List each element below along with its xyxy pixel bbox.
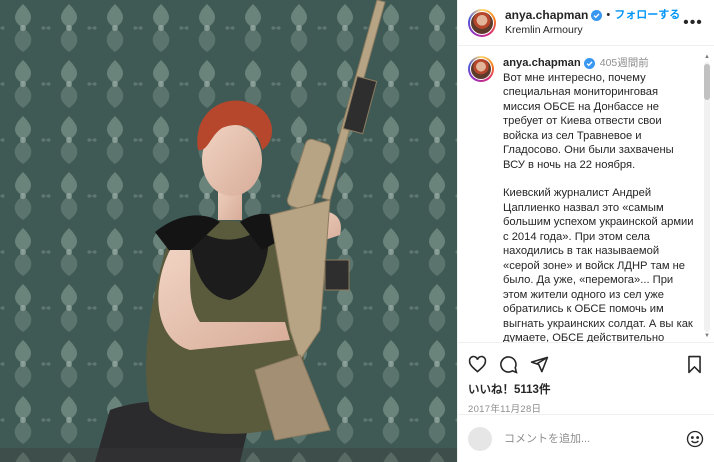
viewer-avatar [468, 426, 492, 451]
post-date[interactable]: 2017年11月28日 [468, 401, 704, 415]
heart-icon[interactable] [468, 355, 487, 374]
comments-scrollbar[interactable]: ▲ ▼ [703, 54, 711, 340]
comment-input[interactable] [504, 432, 654, 445]
emoji-icon[interactable] [686, 430, 704, 448]
instagram-post: anya.chapman • フォローする Kremlin Armoury ••… [0, 0, 714, 462]
post-photo[interactable] [0, 0, 457, 462]
caption: anya.chapman 405週間前 Вот мне интересно, п… [468, 56, 696, 342]
post-actions: いいね！5113件 2017年11月28日 [458, 342, 714, 415]
post-location[interactable]: Kremlin Armoury [505, 23, 682, 38]
add-comment-bar [458, 414, 714, 462]
post-header: anya.chapman • フォローする Kremlin Armoury ••… [458, 0, 714, 46]
caption-author-avatar[interactable] [468, 56, 494, 82]
follow-button[interactable]: フォローする [614, 8, 680, 23]
share-icon[interactable] [530, 355, 549, 374]
caption-paragraph: Киевский журналист Андрей Цаплиенко назв… [503, 187, 694, 342]
bookmark-icon[interactable] [685, 355, 704, 374]
author-username[interactable]: anya.chapman [505, 8, 588, 23]
caption-paragraph: Вот мне интересно, почему специальная мо… [503, 71, 674, 171]
scroll-track[interactable] [704, 62, 710, 332]
separator-dot: • [606, 8, 611, 21]
author-info: anya.chapman • フォローする Kremlin Armoury [505, 8, 682, 38]
likes-count[interactable]: いいね！5113件 [468, 381, 704, 397]
caption-text: Вот мне интересно, почему специальная мо… [503, 71, 696, 343]
verified-badge-icon [583, 57, 595, 69]
author-avatar[interactable] [468, 8, 496, 37]
caption-time[interactable]: 405週間前 [600, 56, 649, 71]
photo-illustration [0, 0, 457, 462]
more-options-icon[interactable]: ••• [682, 14, 704, 30]
scroll-up-arrow-icon[interactable]: ▲ [703, 54, 711, 61]
caption-username[interactable]: anya.chapman [503, 56, 581, 71]
comment-icon[interactable] [499, 355, 518, 374]
post-side-panel: anya.chapman • フォローする Kremlin Armoury ••… [457, 0, 714, 462]
scroll-down-arrow-icon[interactable]: ▼ [703, 333, 711, 340]
scroll-thumb[interactable] [704, 64, 710, 100]
comments-area[interactable]: anya.chapman 405週間前 Вот мне интересно, п… [458, 46, 714, 342]
verified-badge-icon [591, 9, 603, 21]
